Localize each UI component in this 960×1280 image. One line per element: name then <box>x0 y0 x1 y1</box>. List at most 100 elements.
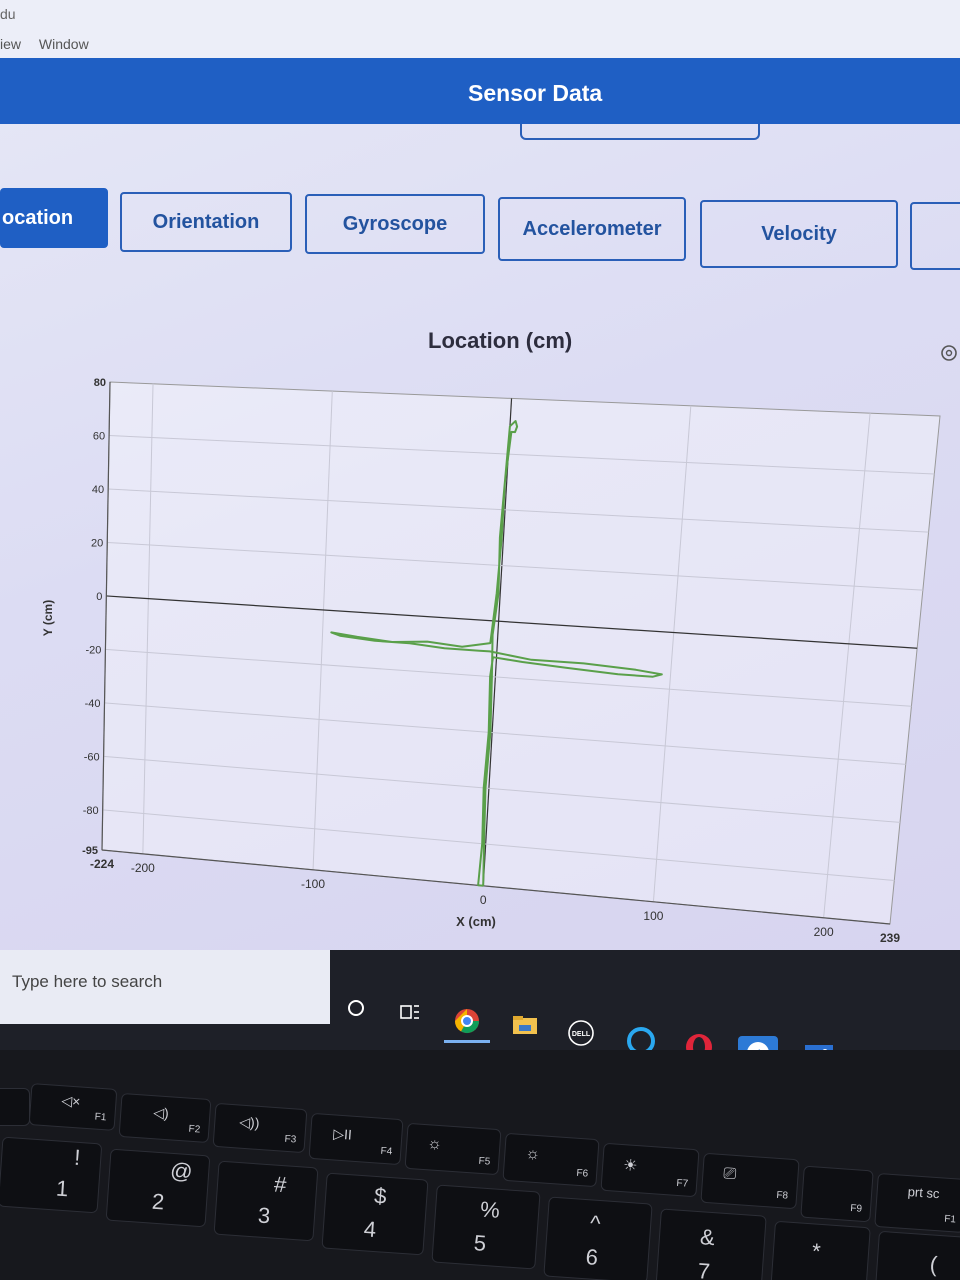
alexa-icon[interactable] <box>624 1024 658 1050</box>
key-f4-label: F4 <box>380 1145 393 1158</box>
chart-grid <box>101 381 941 925</box>
key-f6[interactable]: ☼ F6 <box>502 1132 600 1188</box>
key-esc[interactable] <box>0 1088 30 1126</box>
tab-location-label: ocation <box>2 206 74 229</box>
y-axis-label: Y (cm) <box>41 600 55 636</box>
key-2[interactable]: @2 <box>105 1148 211 1228</box>
y-tick-label: 0 <box>96 591 102 603</box>
key-7[interactable]: & 7 <box>655 1208 767 1280</box>
y-tick-label: 40 <box>92 484 104 496</box>
laptop-keyboard: ◁× F1 ◁) F2 ◁)) F3 ▷II F4 ☼ F5 ☼ F6 ☀ F7 ⎚ F8 F9… <box>0 1050 960 1280</box>
x-tick-label: 100 <box>643 909 663 923</box>
key-f8-label: F8 <box>776 1189 789 1202</box>
photos-icon[interactable] <box>802 1042 836 1050</box>
key-1[interactable]: ! 1 <box>0 1136 103 1214</box>
key-6[interactable]: ^ 6 <box>543 1196 653 1280</box>
x-tick-label: -200 <box>131 861 155 875</box>
tab-velocity-label: Velocity <box>761 222 837 245</box>
x-tick-label: -224 <box>90 857 114 871</box>
tab-gyroscope[interactable]: Gyroscope <box>305 194 485 254</box>
tab-velocity[interactable]: Velocity <box>700 200 898 268</box>
search-placeholder: Type here to search <box>12 972 163 991</box>
key-f6-label: F6 <box>576 1167 589 1180</box>
key-2-top: @ <box>169 1157 194 1185</box>
key-f1-label: F1 <box>94 1111 107 1124</box>
location-chart: 806040200-20-40-60-80-95-224 -200-1000100… <box>41 377 941 945</box>
key-7-bottom: 7 <box>696 1258 711 1280</box>
key-5[interactable]: % 5 <box>431 1184 541 1270</box>
tab-more[interactable] <box>910 202 960 270</box>
volume-up-icon: ◁)) <box>238 1113 261 1131</box>
y-tick-label: -40 <box>85 698 101 710</box>
key-8[interactable]: * <box>769 1220 871 1280</box>
key-5-top: % <box>479 1196 501 1223</box>
y-tick-label: 80 <box>94 377 106 389</box>
dell-logo-text: DELL <box>572 1031 591 1038</box>
menu-item-view[interactable]: iew <box>0 36 21 52</box>
tab-orientation[interactable]: Orientation <box>120 192 292 252</box>
file-explorer-icon[interactable] <box>510 1012 540 1038</box>
x-tick-label: -100 <box>301 877 325 891</box>
key-5-bottom: 5 <box>473 1230 487 1257</box>
key-1-top: ! <box>73 1144 82 1171</box>
mute-icon: ◁× <box>60 1092 81 1110</box>
key-6-top: ^ <box>589 1210 602 1237</box>
task-view-icon[interactable] <box>398 1000 422 1024</box>
brightness-up-icon: ☀ <box>622 1157 639 1176</box>
opera-icon[interactable] <box>682 1030 716 1050</box>
key-6-bottom: 6 <box>584 1244 599 1271</box>
keyboard-light-icon: ☼ <box>426 1135 443 1154</box>
key-f4[interactable]: ▷II F4 <box>308 1112 404 1166</box>
key-prtsc[interactable]: prt sc F1 <box>874 1172 960 1234</box>
key-f5[interactable]: ☼ F5 <box>404 1122 502 1176</box>
key-9[interactable]: ( <box>873 1230 960 1280</box>
menu-items: iew Window <box>0 36 103 52</box>
y-tick-label: -20 <box>86 644 102 656</box>
key-f9[interactable]: F9 <box>800 1165 874 1223</box>
key-f2-label: F2 <box>188 1123 201 1136</box>
cortana-circle-icon[interactable] <box>344 996 368 1020</box>
key-f3[interactable]: ◁)) F3 <box>212 1102 308 1154</box>
plot-area <box>101 381 941 925</box>
key-3[interactable]: #3 <box>213 1160 319 1242</box>
tab-gyroscope-label: Gyroscope <box>342 212 448 235</box>
key-f5-label: F5 <box>478 1155 491 1168</box>
key-4-bottom: 4 <box>363 1216 378 1243</box>
key-7-top: & <box>699 1224 716 1251</box>
display-switch-icon: ⎚ <box>722 1165 737 1184</box>
header-tab-outline <box>520 124 760 140</box>
tab-location[interactable]: ocation <box>0 188 108 248</box>
chrome-active-indicator <box>444 1040 490 1043</box>
key-2-bottom: 2 <box>151 1188 166 1215</box>
dell-icon[interactable]: DELL <box>566 1018 596 1048</box>
volume-down-icon: ◁) <box>152 1104 170 1122</box>
key-4-top: $ <box>373 1182 388 1209</box>
tab-accelerometer[interactable]: Accelerometer <box>498 197 686 261</box>
key-f2[interactable]: ◁) F2 <box>118 1092 212 1144</box>
tab-orientation-label: Orientation <box>152 210 260 233</box>
key-f1[interactable]: ◁× F1 <box>28 1083 118 1131</box>
page-title: Sensor Data <box>468 80 603 106</box>
key-f9-label: F9 <box>849 1202 863 1215</box>
brightness-down-icon: ☼ <box>524 1145 541 1164</box>
menu-item-window[interactable]: Window <box>39 36 89 52</box>
key-f8[interactable]: ⎚ F8 <box>700 1152 800 1210</box>
edu-app-icon[interactable]: edu <box>738 1036 778 1050</box>
key-f3-label: F3 <box>284 1133 297 1146</box>
key-f10-label: F1 <box>943 1213 957 1226</box>
taskbar-search[interactable]: Type here to search <box>0 950 330 1024</box>
play-pause-icon: ▷II <box>332 1125 353 1143</box>
key-3-top: # <box>273 1171 288 1198</box>
x-tick-label: 239 <box>880 931 900 945</box>
y-tick-label: -80 <box>83 805 99 817</box>
key-8-top: * <box>811 1238 822 1264</box>
key-4[interactable]: $4 <box>321 1172 429 1256</box>
y-tick-label: 20 <box>91 537 103 549</box>
menu-bar: du iew Window <box>0 0 960 58</box>
app-header: Sensor Data <box>0 58 960 124</box>
x-tick-label: 200 <box>814 925 834 939</box>
key-f7[interactable]: ☀ F7 <box>600 1142 700 1198</box>
key-9-top: ( <box>928 1251 939 1277</box>
y-tick-label: -60 <box>84 751 100 763</box>
chrome-icon[interactable] <box>452 1006 482 1036</box>
